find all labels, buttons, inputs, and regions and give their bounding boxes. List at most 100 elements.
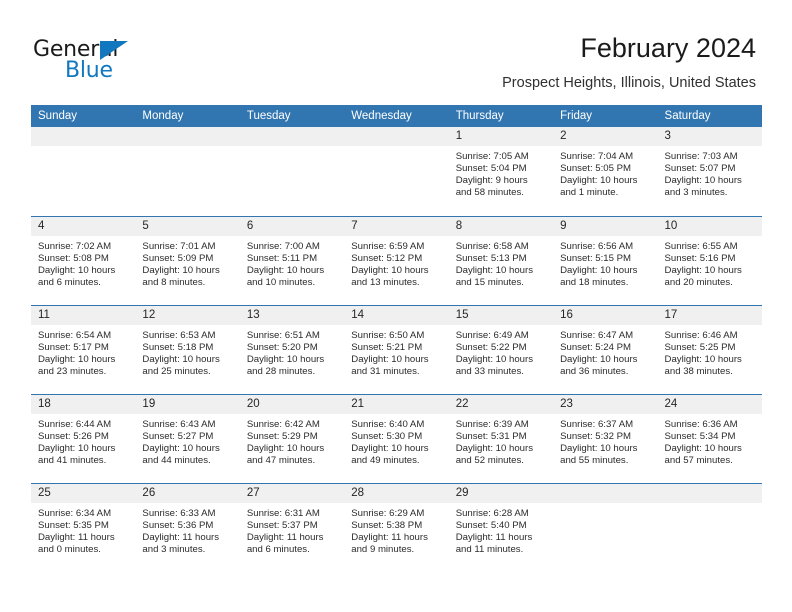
daylight-duration-line1: Daylight: 10 hours xyxy=(455,353,534,365)
daylight-duration-line2: and 13 minutes. xyxy=(351,276,420,288)
daylight-duration-line1: Daylight: 10 hours xyxy=(664,442,742,454)
calendar-day-cell[interactable]: 19 Sunrise: 6:43 AM Sunset: 5:27 PM Dayligh… xyxy=(135,393,240,483)
calendar-table: Sunday Monday Tuesday Wednesday Thursday… xyxy=(31,105,762,572)
calendar-page: General Blue February 2024 Prospect Heig… xyxy=(0,0,792,612)
calendar-day-cell[interactable]: 7 Sunrise: 6:59 AM Sunset: 5:12 PM Daylight… xyxy=(344,215,449,305)
calendar-day-cell[interactable]: 4 Sunrise: 7:02 AM Sunset: 5:08 PM Daylight… xyxy=(31,215,136,305)
calendar-day-cell[interactable]: 21 Sunrise: 6:40 AM Sunset: 5:30 PM Dayligh… xyxy=(344,393,449,483)
day-number: 18 xyxy=(31,394,136,414)
sunset-time: Sunset: 5:15 PM xyxy=(560,252,632,264)
sunrise-time: Sunrise: 6:53 AM xyxy=(142,329,216,341)
day-details: Sunrise: 6:31 AM Sunset: 5:37 PM Daylight:… xyxy=(240,503,344,556)
calendar-day-cell[interactable]: 15 Sunrise: 6:49 AM Sunset: 5:22 PM Dayligh… xyxy=(448,304,554,394)
day-number: 15 xyxy=(448,305,554,325)
daylight-duration-line1: Daylight: 10 hours xyxy=(246,353,325,365)
sunset-time: Sunset: 5:35 PM xyxy=(38,519,109,531)
calendar-day-cell[interactable]: 6 Sunrise: 7:00 AM Sunset: 5:11 PM Daylight… xyxy=(239,215,345,305)
day-details: Sunrise: 6:39 AM Sunset: 5:31 PM Daylight:… xyxy=(449,414,553,467)
day-number: 19 xyxy=(135,394,240,414)
calendar-day-cell[interactable]: 23 Sunrise: 6:37 AM Sunset: 5:32 PM Dayligh… xyxy=(553,393,658,483)
calendar-day-cell[interactable]: 16 Sunrise: 6:47 AM Sunset: 5:24 PM Dayligh… xyxy=(553,304,658,394)
sunset-time: Sunset: 5:29 PM xyxy=(246,430,318,442)
daylight-duration-line1: Daylight: 10 hours xyxy=(664,175,742,187)
day-details: Sunrise: 6:55 AM Sunset: 5:16 PM Daylight:… xyxy=(658,236,762,289)
sunset-time: Sunset: 5:09 PM xyxy=(142,252,214,264)
calendar-day-cell[interactable]: 3 Sunrise: 7:03 AM Sunset: 5:07 PM Daylight… xyxy=(657,127,762,216)
day-details: Sunrise: 6:50 AM Sunset: 5:21 PM Daylight:… xyxy=(344,325,448,378)
calendar-day-cell[interactable]: 29 Sunrise: 6:28 AM Sunset: 5:40 PM Dayligh… xyxy=(448,482,554,572)
sunrise-time: Sunrise: 7:03 AM xyxy=(664,151,738,162)
calendar-empty-cell xyxy=(344,127,449,216)
day-details: Sunrise: 6:40 AM Sunset: 5:30 PM Daylight:… xyxy=(344,414,448,467)
daylight-duration-line1: Daylight: 10 hours xyxy=(38,264,116,276)
daylight-duration-line2: and 6 minutes. xyxy=(38,276,101,288)
calendar-day-cell[interactable]: 20 Sunrise: 6:42 AM Sunset: 5:29 PM Dayligh… xyxy=(239,393,345,483)
day-details: Sunrise: 6:56 AM Sunset: 5:15 PM Daylight:… xyxy=(553,236,657,289)
calendar-week-row: 18 Sunrise: 6:44 AM Sunset: 5:26 PM Dayligh… xyxy=(31,393,762,483)
calendar-day-cell[interactable]: 28 Sunrise: 6:29 AM Sunset: 5:38 PM Dayligh… xyxy=(344,482,449,572)
calendar-day-cell[interactable]: 5 Sunrise: 7:01 AM Sunset: 5:09 PM Daylight… xyxy=(135,215,240,305)
calendar-day-cell[interactable]: 17 Sunrise: 6:46 AM Sunset: 5:25 PM Dayligh… xyxy=(657,304,762,394)
sunrise-time: Sunrise: 6:33 AM xyxy=(142,507,216,519)
sunrise-time: Sunrise: 6:56 AM xyxy=(560,240,634,252)
sunrise-time: Sunrise: 6:50 AM xyxy=(351,329,425,341)
daylight-duration-line1: Daylight: 10 hours xyxy=(455,442,534,454)
sunrise-time: Sunrise: 6:49 AM xyxy=(455,329,529,341)
day-number: 16 xyxy=(553,305,658,325)
sunrise-time: Sunrise: 6:58 AM xyxy=(455,240,529,252)
calendar-day-cell[interactable]: 1 Sunrise: 7:05 AM Sunset: 5:04 PM Daylight… xyxy=(448,127,554,216)
weekday-header-monday: Monday xyxy=(135,105,240,127)
calendar-day-cell[interactable]: 9 Sunrise: 6:56 AM Sunset: 5:15 PM Daylight… xyxy=(553,215,658,305)
day-details: Sunrise: 7:05 AM Sunset: 5:04 PM Daylight:… xyxy=(449,146,553,199)
day-details: Sunrise: 7:02 AM Sunset: 5:08 PM Daylight:… xyxy=(31,236,135,289)
sunrise-time: Sunrise: 6:46 AM xyxy=(664,329,738,341)
calendar-empty-cell xyxy=(135,127,240,216)
calendar-day-cell[interactable]: 26 Sunrise: 6:33 AM Sunset: 5:36 PM Dayligh… xyxy=(135,482,240,572)
day-number: 24 xyxy=(657,394,762,414)
sunset-time: Sunset: 5:16 PM xyxy=(664,252,736,264)
day-number: 6 xyxy=(239,216,345,236)
day-number: 14 xyxy=(344,305,449,325)
sunrise-time: Sunrise: 6:34 AM xyxy=(38,507,112,519)
sunrise-time: Sunrise: 6:44 AM xyxy=(38,418,112,430)
day-details: Sunrise: 7:04 AM Sunset: 5:05 PM Daylight:… xyxy=(553,146,657,199)
sunrise-time: Sunrise: 6:51 AM xyxy=(246,329,320,341)
day-number: 22 xyxy=(448,394,554,414)
day-number: 10 xyxy=(657,216,762,236)
calendar-day-cell[interactable]: 12 Sunrise: 6:53 AM Sunset: 5:18 PM Dayligh… xyxy=(135,304,240,394)
title-block: February 2024 Prospect Heights, Illinois… xyxy=(502,32,756,93)
calendar-day-cell[interactable]: 18 Sunrise: 6:44 AM Sunset: 5:26 PM Dayligh… xyxy=(31,393,136,483)
sunset-time: Sunset: 5:34 PM xyxy=(664,430,736,442)
calendar-empty-cell xyxy=(31,127,136,216)
general-blue-logo: General Blue xyxy=(33,38,213,84)
weekday-header-tuesday: Tuesday xyxy=(239,105,345,127)
calendar-day-cell[interactable]: 24 Sunrise: 6:36 AM Sunset: 5:34 PM Dayligh… xyxy=(657,393,762,483)
calendar-day-cell[interactable]: 8 Sunrise: 6:58 AM Sunset: 5:13 PM Daylight… xyxy=(448,215,554,305)
daylight-duration-line2: and 28 minutes. xyxy=(246,365,316,377)
daylight-duration-line2: and 49 minutes. xyxy=(351,454,420,466)
daylight-duration-line1: Daylight: 10 hours xyxy=(455,264,534,276)
calendar-day-cell[interactable]: 13 Sunrise: 6:51 AM Sunset: 5:20 PM Dayligh… xyxy=(239,304,345,394)
sunrise-time: Sunrise: 7:00 AM xyxy=(246,240,320,252)
day-details: Sunrise: 6:47 AM Sunset: 5:24 PM Daylight:… xyxy=(553,325,657,378)
day-details: Sunrise: 6:29 AM Sunset: 5:38 PM Daylight:… xyxy=(344,503,448,556)
calendar-day-cell[interactable]: 22 Sunrise: 6:39 AM Sunset: 5:31 PM Dayligh… xyxy=(448,393,554,483)
calendar-day-cell[interactable]: 2 Sunrise: 7:04 AM Sunset: 5:05 PM Daylight… xyxy=(553,127,658,216)
calendar-day-cell[interactable]: 10 Sunrise: 6:55 AM Sunset: 5:16 PM Dayligh… xyxy=(657,215,762,305)
sunrise-time: Sunrise: 6:37 AM xyxy=(560,418,634,430)
sunset-time: Sunset: 5:37 PM xyxy=(246,519,318,531)
day-number: 4 xyxy=(31,216,136,236)
calendar-day-cell[interactable]: 25 Sunrise: 6:34 AM Sunset: 5:35 PM Dayligh… xyxy=(31,482,136,572)
day-number xyxy=(239,127,345,146)
calendar-empty-cell xyxy=(657,482,762,572)
daylight-duration-line2: and 10 minutes. xyxy=(246,276,316,288)
calendar-week-row: 25 Sunrise: 6:34 AM Sunset: 5:35 PM Dayligh… xyxy=(31,482,762,572)
sunrise-time: Sunrise: 7:02 AM xyxy=(38,240,112,252)
calendar-day-cell[interactable]: 27 Sunrise: 6:31 AM Sunset: 5:37 PM Dayligh… xyxy=(239,482,345,572)
calendar-body: 1 Sunrise: 7:05 AM Sunset: 5:04 PM Daylight… xyxy=(31,127,762,572)
logo-text-blue: Blue xyxy=(65,58,113,83)
calendar-day-cell[interactable]: 14 Sunrise: 6:50 AM Sunset: 5:21 PM Dayligh… xyxy=(344,304,449,394)
calendar-day-cell[interactable]: 11 Sunrise: 6:54 AM Sunset: 5:17 PM Dayligh… xyxy=(31,304,136,394)
day-number: 21 xyxy=(344,394,449,414)
sunset-time: Sunset: 5:22 PM xyxy=(455,341,527,353)
